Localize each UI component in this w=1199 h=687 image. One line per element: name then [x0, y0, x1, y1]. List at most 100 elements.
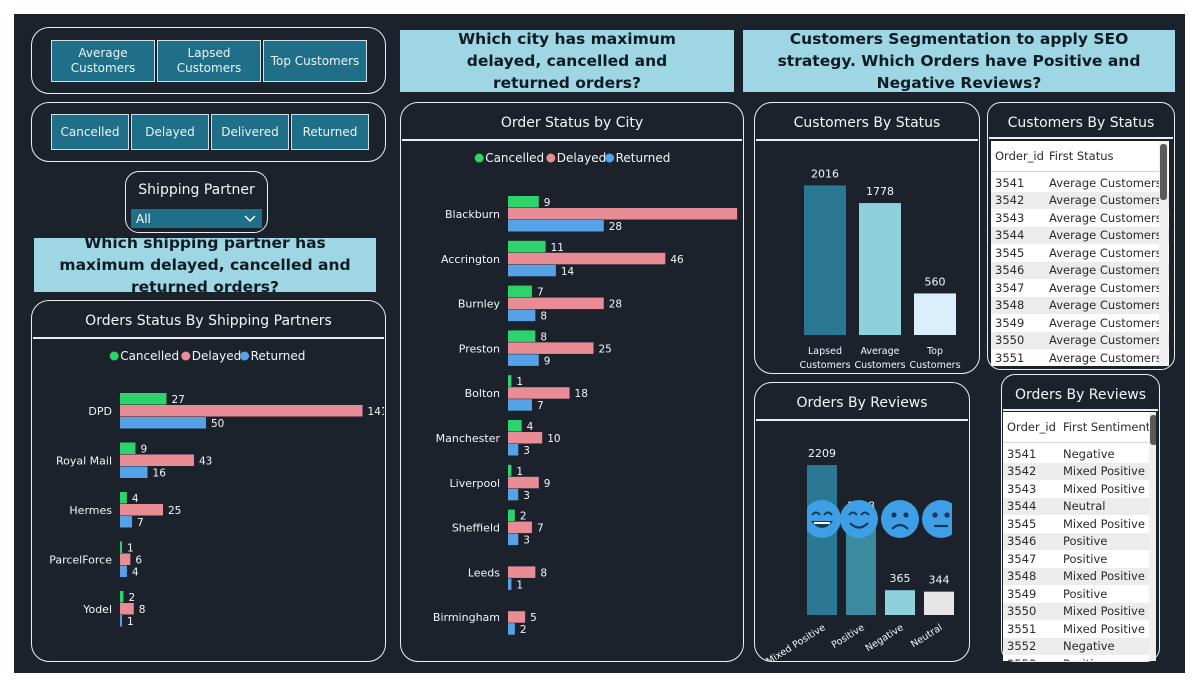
bar-neutral: [924, 591, 954, 615]
column-header[interactable]: First Sentiment: [1063, 420, 1150, 434]
order-id-cell: 3541: [1007, 446, 1037, 461]
bar-returned: [508, 488, 519, 501]
scrollbar[interactable]: [1149, 412, 1156, 661]
question-shipping: Which shipping partner has maximum delay…: [34, 234, 376, 296]
chevron-down-icon: [244, 215, 256, 222]
dropdown-value: All: [136, 211, 151, 226]
status-button-delivered[interactable]: Delivered: [211, 114, 289, 150]
legend-label: Delayed: [557, 151, 606, 165]
bar-delayed: [508, 342, 594, 354]
data-label: 1: [127, 616, 134, 628]
bar-cancelled: [508, 285, 532, 298]
data-label: 2016: [811, 167, 839, 180]
legend-item: Delayed: [181, 349, 241, 363]
table-row[interactable]: 3546 Average Customers: [991, 261, 1169, 279]
scrollbar[interactable]: [1159, 141, 1168, 366]
data-label: 9: [544, 355, 551, 367]
data-label: 7: [537, 287, 544, 299]
bar-delayed: [508, 297, 604, 310]
status-table: Order_id First Status 3541 Average Custom…: [991, 141, 1169, 366]
value-cell: Mixed Positive: [1063, 569, 1145, 584]
order-id-cell: 3543: [1007, 481, 1037, 496]
table-row[interactable]: 3548 Mixed Positive: [1003, 567, 1156, 585]
segment-button-lapsed[interactable]: Lapsed Customers: [157, 40, 261, 82]
table-row[interactable]: 3549 Positive: [1003, 585, 1156, 603]
table-row[interactable]: 3550 Mixed Positive: [1003, 602, 1156, 620]
data-label: 2: [128, 592, 135, 604]
data-label: 1: [516, 376, 523, 388]
value-cell: Positive: [1063, 534, 1108, 549]
order-id-cell: 3546: [1007, 534, 1037, 549]
chart-title: Orders Status By Shipping Partners: [85, 313, 332, 329]
bar-delayed: [508, 566, 536, 578]
bar-cancelled: [120, 393, 167, 405]
column-header[interactable]: Order_id: [1007, 420, 1056, 434]
data-label: 43: [199, 456, 212, 468]
grinning-face-icon: [807, 500, 841, 538]
table-row[interactable]: 3541 Average Customers: [991, 174, 1169, 192]
category-label: Lapsed: [808, 346, 842, 357]
dashboard-canvas: Average Customers Lapsed Customers Top C…: [14, 14, 1185, 673]
column-header[interactable]: Order_id: [995, 149, 1044, 163]
table-row[interactable]: 3548 Average Customers: [991, 296, 1169, 314]
value-cell: Positive: [1063, 551, 1108, 566]
data-label: 25: [168, 505, 181, 517]
table-row[interactable]: 3551 Average Customers: [991, 349, 1169, 366]
data-label: 3: [523, 490, 530, 502]
bar-delayed: [508, 387, 570, 399]
shipping-partner-chart: CancelledDelayedReturnedDPD2714150Royal …: [49, 349, 384, 628]
data-label: 6: [135, 555, 142, 567]
table-row[interactable]: 3543 Mixed Positive: [1003, 480, 1156, 498]
status-button-delayed[interactable]: Delayed: [131, 114, 209, 150]
segment-button-average[interactable]: Average Customers: [51, 40, 155, 82]
order-id-cell: 3548: [1007, 569, 1037, 584]
table-row[interactable]: 3552 Negative: [1003, 637, 1156, 655]
value-cell: Average Customers: [1049, 315, 1162, 330]
category-label: Mixed Positive: [764, 622, 827, 661]
segment-button-top[interactable]: Top Customers: [263, 40, 367, 82]
value-cell: Mixed Positive: [1063, 621, 1145, 636]
table-row[interactable]: 3544 Average Customers: [991, 226, 1169, 244]
table-row[interactable]: 3549 Average Customers: [991, 314, 1169, 332]
data-label: 8: [540, 311, 547, 323]
table-row[interactable]: 3545 Average Customers: [991, 244, 1169, 262]
data-label: 1: [516, 579, 523, 591]
bar-delayed: [508, 432, 543, 444]
value-cell: Average Customers: [1049, 333, 1162, 348]
table-row[interactable]: 3551 Mixed Positive: [1003, 620, 1156, 638]
bar-delayed: [120, 553, 131, 565]
status-button-cancelled[interactable]: Cancelled: [51, 114, 129, 150]
scrollbar-thumb[interactable]: [1160, 144, 1167, 200]
data-label: 11: [551, 242, 564, 254]
table-row[interactable]: 3546 Positive: [1003, 532, 1156, 550]
data-label: 8: [139, 604, 146, 616]
table-row[interactable]: 3543 Average Customers: [991, 209, 1169, 227]
table-row[interactable]: 3547 Positive: [1003, 550, 1156, 568]
column-header[interactable]: First Status: [1049, 149, 1114, 163]
category-label: Birmingham: [433, 611, 500, 624]
legend-label: Returned: [251, 349, 306, 363]
status-button-returned[interactable]: Returned: [291, 114, 369, 150]
table-row[interactable]: 3553 Positive: [1003, 655, 1156, 661]
table-header: Order_id First Sentiment: [1003, 412, 1156, 443]
scrollbar-thumb[interactable]: [1150, 415, 1156, 445]
category-label: Customers: [799, 360, 850, 371]
shipping-partner-dropdown[interactable]: All: [131, 209, 262, 228]
category-label: Liverpool: [450, 477, 500, 490]
bar-cancelled: [508, 196, 539, 208]
bar-delayed: [508, 611, 526, 623]
table-row[interactable]: 3542 Average Customers: [991, 191, 1169, 209]
table-row[interactable]: 3541 Negative: [1003, 445, 1156, 463]
category-label: Neutral: [909, 622, 945, 650]
legend-label: Cancelled: [120, 349, 179, 363]
data-label: 9: [544, 197, 551, 209]
table-row[interactable]: 3544 Neutral: [1003, 497, 1156, 515]
order-id-cell: 3551: [995, 350, 1025, 365]
bar-cancelled: [508, 375, 512, 387]
reviews-table-card: Orders By Reviews Order_id First Sentime…: [1001, 374, 1160, 662]
table-row[interactable]: 3542 Mixed Positive: [1003, 462, 1156, 480]
value-cell: Average Customers: [1049, 350, 1162, 365]
table-row[interactable]: 3547 Average Customers: [991, 279, 1169, 297]
table-row[interactable]: 3545 Mixed Positive: [1003, 515, 1156, 533]
table-row[interactable]: 3550 Average Customers: [991, 331, 1169, 349]
